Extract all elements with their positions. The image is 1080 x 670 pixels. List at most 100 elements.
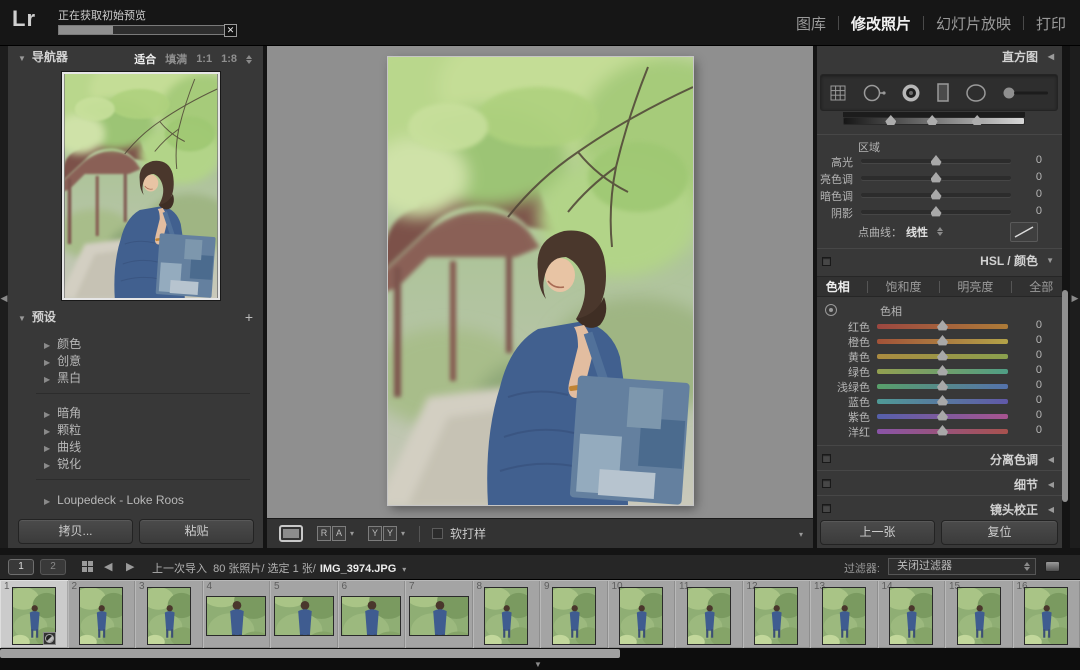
- slider-knob[interactable]: [937, 335, 948, 346]
- frame-thumbnail[interactable]: [148, 588, 190, 644]
- before-after-toggle[interactable]: R A ▾: [317, 526, 354, 541]
- lens-corrections-panel[interactable]: 镜头校正 ◀: [817, 497, 1062, 520]
- hue-blue-slider[interactable]: [877, 399, 1008, 404]
- presets-header[interactable]: ▼预设: [8, 308, 263, 332]
- split-knob-mid[interactable]: [927, 115, 938, 125]
- preset-group-vignette[interactable]: ▶暗角: [44, 404, 81, 421]
- tab-luminance[interactable]: 明亮度: [957, 278, 993, 295]
- soft-proof-checkbox[interactable]: [432, 528, 443, 539]
- module-develop[interactable]: 修改照片: [851, 13, 911, 34]
- slider-knob[interactable]: [931, 172, 942, 183]
- hsl-header[interactable]: HSL / 颜色 ▼: [817, 252, 1062, 274]
- spot-removal-tool-icon[interactable]: [861, 82, 887, 104]
- slider-knob[interactable]: [937, 410, 948, 421]
- shadows-slider[interactable]: [861, 210, 1011, 214]
- presets-add-icon[interactable]: +: [245, 309, 253, 325]
- navigator-preview[interactable]: [62, 72, 220, 300]
- detail-toggle[interactable]: [822, 479, 831, 488]
- hue-aqua-slider[interactable]: [877, 384, 1008, 389]
- filmstrip-scrollbar-thumb[interactable]: [0, 649, 620, 658]
- edit-point-curve-button[interactable]: [1010, 222, 1038, 242]
- frame-thumbnail[interactable]: [688, 588, 730, 644]
- module-library[interactable]: 图库: [796, 13, 826, 34]
- adjustment-badge-icon[interactable]: [43, 632, 56, 645]
- split-right-icon[interactable]: Y: [383, 526, 397, 541]
- split-knob-highlights[interactable]: [972, 115, 983, 125]
- highlights-slider[interactable]: [861, 159, 1011, 163]
- preset-expand-icon[interactable]: ▶: [44, 375, 50, 384]
- zoom-fill-option[interactable]: 填满: [165, 51, 187, 67]
- split-left-icon[interactable]: Y: [368, 526, 382, 541]
- slider-knob[interactable]: [937, 425, 948, 436]
- second-monitor-button[interactable]: 2: [40, 559, 66, 575]
- adjustment-brush-tool-icon[interactable]: [1001, 82, 1051, 104]
- tab-saturation[interactable]: 饱和度: [886, 278, 922, 295]
- darks-slider[interactable]: [861, 193, 1011, 197]
- hue-yellow-slider[interactable]: [877, 354, 1008, 359]
- zoom-fit-option[interactable]: 适合: [134, 51, 156, 67]
- filmstrip-frame-10[interactable]: 10: [608, 580, 676, 648]
- before-view-icon[interactable]: R: [317, 526, 331, 541]
- slider-knob[interactable]: [937, 320, 948, 331]
- right-panel-collapse-icon[interactable]: ▶: [1070, 293, 1080, 304]
- navigator-expand-icon[interactable]: ▼: [18, 54, 26, 63]
- split-view-toggle[interactable]: Y Y ▾: [368, 526, 405, 541]
- frame-thumbnail[interactable]: [342, 597, 400, 635]
- right-panel-scrollbar[interactable]: [1062, 290, 1068, 502]
- zoom-ratio-spinner-icon[interactable]: [246, 55, 253, 64]
- next-photo-icon[interactable]: ▶: [126, 560, 134, 573]
- frame-thumbnail[interactable]: [207, 597, 265, 635]
- frame-thumbnail[interactable]: [80, 588, 122, 644]
- histogram-collapsed-icon[interactable]: ◀: [1048, 52, 1054, 61]
- filter-dropdown[interactable]: 关闭过滤器: [888, 558, 1036, 575]
- detail-panel[interactable]: 细节 ◀: [817, 472, 1062, 495]
- filmstrip-frame-12[interactable]: 12: [743, 580, 811, 648]
- red-eye-tool-icon[interactable]: [900, 82, 922, 104]
- filmstrip-frame-4[interactable]: 4: [203, 580, 271, 648]
- after-view-icon[interactable]: A: [332, 526, 346, 541]
- filmstrip-frame-11[interactable]: 11: [675, 580, 743, 648]
- filmstrip-frame-16[interactable]: 16: [1013, 580, 1080, 648]
- preset-expand-icon[interactable]: ▶: [44, 427, 50, 436]
- lens-corrections-collapsed-icon[interactable]: ◀: [1048, 505, 1054, 514]
- preset-expand-icon[interactable]: ▶: [44, 358, 50, 367]
- main-photo[interactable]: [388, 57, 693, 505]
- histogram-header[interactable]: 直方图 ◀: [817, 48, 1062, 70]
- reset-button[interactable]: 复位: [941, 520, 1058, 545]
- slider-knob[interactable]: [931, 189, 942, 200]
- slider-knob[interactable]: [931, 155, 942, 166]
- preset-group-bw[interactable]: ▶黑白: [44, 369, 81, 386]
- left-panel-collapse-icon[interactable]: ◀: [0, 293, 8, 304]
- tab-hue[interactable]: 色相: [826, 278, 850, 295]
- hue-red-slider[interactable]: [877, 324, 1008, 329]
- frame-thumbnail[interactable]: [1025, 588, 1067, 644]
- frame-thumbnail[interactable]: [958, 588, 1000, 644]
- point-curve-value[interactable]: 线性: [906, 227, 928, 239]
- hue-purple-slider[interactable]: [877, 414, 1008, 419]
- filmstrip-frame-3[interactable]: 3: [135, 580, 203, 648]
- tone-curve-split-slider[interactable]: [843, 117, 1025, 125]
- hsl-expand-icon[interactable]: ▼: [1046, 256, 1054, 265]
- frame-thumbnail[interactable]: [485, 588, 527, 644]
- loupe-view-icon[interactable]: [279, 525, 303, 542]
- filmstrip-frame-8[interactable]: 8: [473, 580, 541, 648]
- graduated-filter-tool-icon[interactable]: [934, 81, 952, 105]
- main-monitor-button[interactable]: 1: [8, 559, 34, 575]
- filmstrip-frame-5[interactable]: 5: [270, 580, 338, 648]
- paste-button[interactable]: 粘贴: [139, 519, 254, 544]
- tab-all[interactable]: 全部: [1029, 278, 1053, 295]
- filmstrip-frame-7[interactable]: 7: [405, 580, 473, 648]
- slider-knob[interactable]: [937, 380, 948, 391]
- frame-thumbnail[interactable]: [410, 597, 468, 635]
- hue-orange-slider[interactable]: [877, 339, 1008, 344]
- filmstrip-frame-14[interactable]: 14: [878, 580, 946, 648]
- module-slideshow[interactable]: 幻灯片放映: [936, 13, 1011, 34]
- zoom-ratio-option[interactable]: 1:8: [221, 53, 237, 65]
- slider-knob[interactable]: [937, 395, 948, 406]
- filmstrip-frame-2[interactable]: 2: [68, 580, 136, 648]
- preset-expand-icon[interactable]: ▶: [44, 497, 50, 506]
- hue-magenta-slider[interactable]: [877, 429, 1008, 434]
- detail-collapsed-icon[interactable]: ◀: [1048, 480, 1054, 489]
- preset-group-grain[interactable]: ▶颗粒: [44, 421, 81, 438]
- split-toning-toggle[interactable]: [822, 454, 831, 463]
